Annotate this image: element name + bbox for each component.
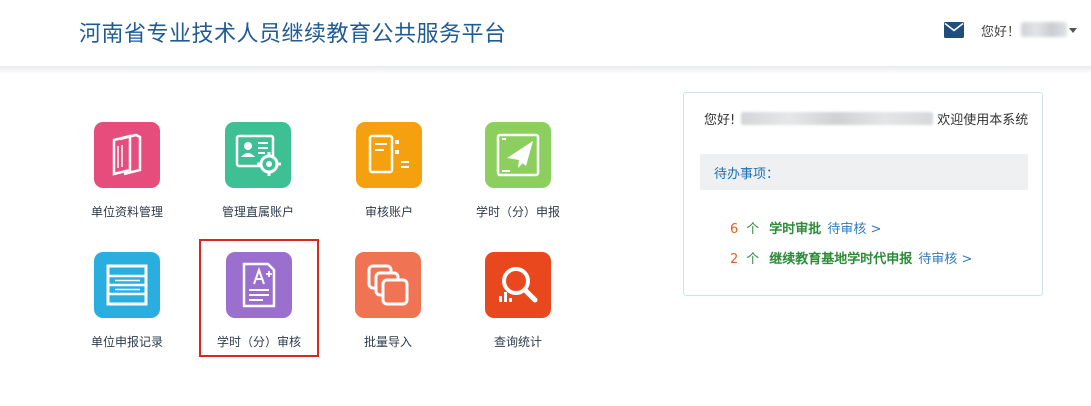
user-greeting: 您好！ [981,25,1021,40]
list-icon [94,252,160,318]
tile-manage-accounts[interactable]: 管理直属账户 [203,122,313,220]
tile-label: 批量导入 [363,335,412,349]
user-name-redacted[interactable] [1021,22,1067,37]
todo-unit: 个 [746,252,760,267]
book-list-icon [356,122,422,188]
todo-pending-link[interactable]: 待审核 > [827,222,881,237]
stacked-squares-icon [355,252,421,318]
tile-label: 单位资料管理 [90,205,163,219]
caret-down-icon[interactable] [1069,28,1077,33]
highlight-box [199,239,319,357]
tile-label: 学时（分）申报 [475,205,560,219]
todo-header: 待办事项： [700,154,1028,190]
welcome-panel: 您好! 欢迎使用本系统 待办事项： 6 个学时审批 待审核 > 2 个继续教育基地学时代… [683,92,1043,296]
documents-icon [94,122,160,188]
todo-unit: 个 [746,222,760,237]
todo-name: 继续教育基地学时代申报 [769,252,913,267]
tile-hours-declare[interactable]: 学时（分）申报 [463,122,573,220]
tile-review-accounts[interactable]: 审核账户 [334,122,444,220]
search-chart-icon [485,252,551,318]
todo-count: 2 [730,252,739,267]
tile-batch-import[interactable]: 批量导入 [333,252,443,350]
welcome-suffix: 欢迎使用本系统 [937,113,1029,128]
paper-plane-icon [485,122,551,188]
todo-item: 2 个继续教育基地学时代申报 待审核 > [730,248,972,267]
tile-query-statistics[interactable]: 查询统计 [463,252,573,350]
todo-count: 6 [730,222,739,237]
page-title: 河南省专业技术人员继续教育公共服务平台 [79,22,507,47]
todo-pending-link[interactable]: 待审核 > [918,252,972,267]
tile-unit-documents[interactable]: 单位资料管理 [72,122,182,220]
hello-text: 您好! [704,113,736,128]
top-bar-shadow [0,66,1091,74]
tile-unit-records[interactable]: 单位申报记录 [72,252,182,350]
tile-label: 审核账户 [364,205,413,219]
tile-label: 查询统计 [493,335,542,349]
id-card-gear-icon [225,122,291,188]
tile-label: 单位申报记录 [90,335,163,349]
tile-label: 管理直属账户 [221,205,294,219]
mail-icon[interactable] [944,22,964,38]
todo-name: 学时审批 [769,222,822,237]
todo-item: 6 个学时审批 待审核 > [730,218,881,237]
unit-name-redacted [741,112,934,125]
welcome-text: 您好! 欢迎使用本系统 [704,111,1034,130]
